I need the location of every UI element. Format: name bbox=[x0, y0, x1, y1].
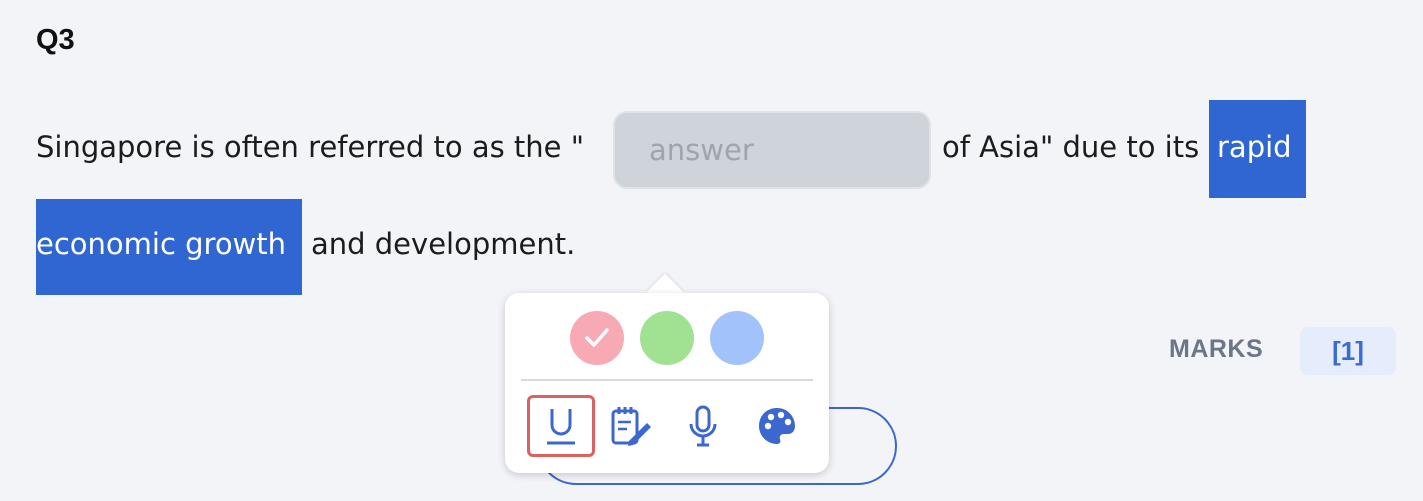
voice-tool-button[interactable] bbox=[669, 395, 737, 457]
annotation-popover bbox=[505, 293, 829, 473]
check-icon bbox=[585, 328, 609, 347]
notepad-edit-icon bbox=[611, 407, 651, 446]
underline-icon bbox=[547, 409, 575, 445]
color-swatch-red[interactable] bbox=[570, 311, 624, 365]
color-swatch-blue[interactable] bbox=[710, 311, 764, 365]
color-swatch-green[interactable] bbox=[640, 311, 694, 365]
microphone-icon bbox=[689, 405, 717, 447]
sentence-text-part2: of Asia" due to its bbox=[942, 130, 1200, 164]
note-tool-button[interactable] bbox=[597, 395, 665, 457]
highlighted-text-economic-growth[interactable]: economic growth bbox=[36, 199, 302, 295]
answer-input[interactable] bbox=[613, 111, 931, 189]
popover-divider bbox=[521, 379, 813, 381]
marks-label: MARKS bbox=[1169, 335, 1264, 363]
marks-value: [1] bbox=[1300, 327, 1396, 375]
sentence-text-part1: Singapore is often referred to as the " bbox=[36, 130, 585, 164]
palette-icon bbox=[759, 408, 795, 444]
sentence-text-part3: and development. bbox=[311, 227, 576, 261]
highlighted-text-rapid[interactable]: rapid bbox=[1209, 100, 1306, 198]
color-tool-button[interactable] bbox=[743, 395, 811, 457]
question-title: Q3 bbox=[36, 24, 75, 56]
underline-tool-button[interactable] bbox=[527, 395, 595, 457]
